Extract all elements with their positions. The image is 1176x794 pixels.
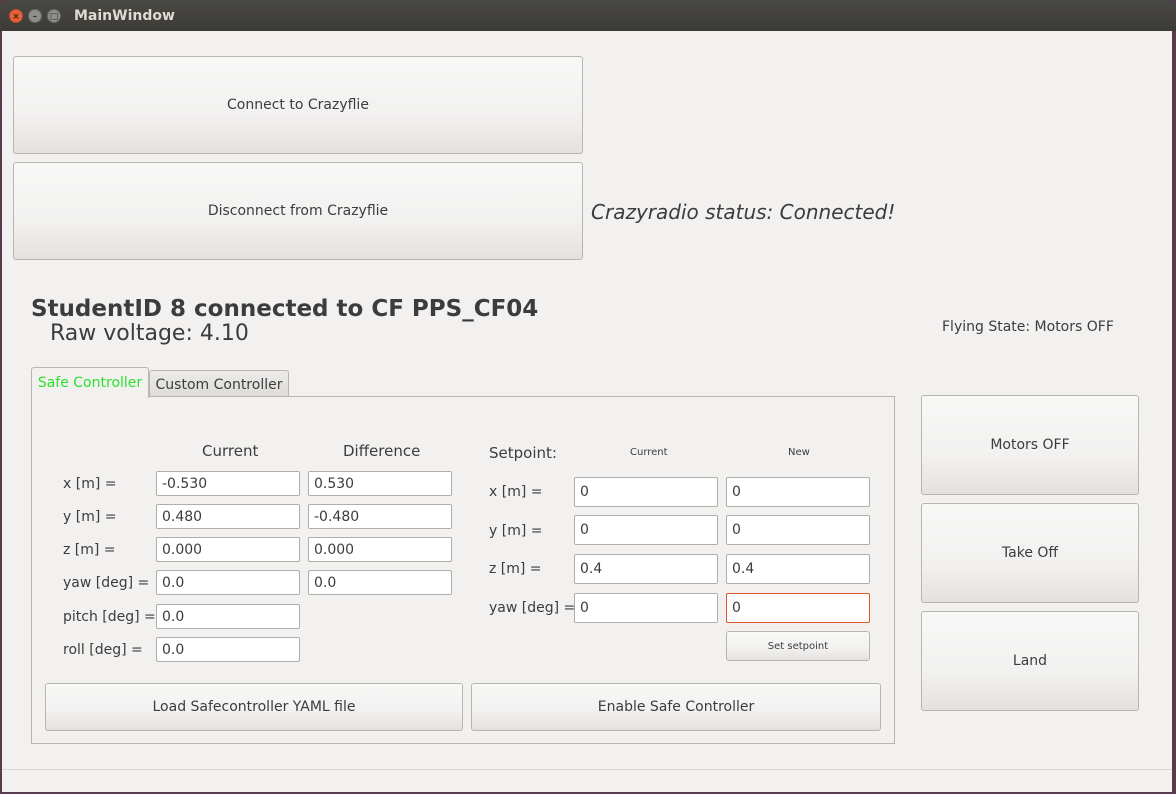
setpoint-header-new: New	[788, 447, 810, 458]
close-window-button[interactable]: ×	[9, 9, 23, 23]
setpoint-current-yaw[interactable]	[574, 593, 718, 623]
state-current-yaw[interactable]	[156, 570, 300, 595]
state-label-roll: roll [deg] =	[63, 642, 143, 658]
setpoint-label-y: y [m] =	[489, 523, 543, 539]
setpoint-label-x: x [m] =	[489, 484, 543, 500]
setpoint-current-y[interactable]	[574, 515, 718, 545]
state-label-x: x [m] =	[63, 476, 117, 492]
setpoint-label-yaw: yaw [deg] =	[489, 600, 576, 616]
tab-custom-controller[interactable]: Custom Controller	[149, 370, 289, 399]
setpoint-title: Setpoint:	[489, 444, 557, 462]
set-setpoint-button[interactable]: Set setpoint	[726, 631, 870, 661]
setpoint-new-yaw[interactable]	[726, 593, 870, 623]
setpoint-new-z[interactable]	[726, 554, 870, 584]
setpoint-label-z: z [m] =	[489, 561, 542, 577]
status-bar-divider	[2, 769, 1172, 770]
state-current-x[interactable]	[156, 471, 300, 496]
raw-voltage: Raw voltage: 4.10	[50, 321, 249, 346]
flying-state: Flying State: Motors OFF	[942, 319, 1114, 335]
state-label-pitch: pitch [deg] =	[63, 609, 156, 625]
student-connection-title: StudentID 8 connected to CF PPS_CF04	[31, 296, 539, 322]
state-current-roll[interactable]	[156, 637, 300, 662]
state-difference-x[interactable]	[308, 471, 452, 496]
setpoint-new-x[interactable]	[726, 477, 870, 507]
state-header-difference: Difference	[343, 442, 421, 460]
take-off-button[interactable]: Take Off	[921, 503, 1139, 603]
tab-safe-controller[interactable]: Safe Controller	[31, 367, 149, 398]
setpoint-current-x[interactable]	[574, 477, 718, 507]
enable-safe-controller-button[interactable]: Enable Safe Controller	[471, 683, 881, 731]
setpoint-current-z[interactable]	[574, 554, 718, 584]
state-label-y: y [m] =	[63, 509, 117, 525]
state-current-z[interactable]	[156, 537, 300, 562]
state-current-pitch[interactable]	[156, 604, 300, 629]
setpoint-header-current: Current	[630, 447, 668, 458]
state-label-yaw: yaw [deg] =	[63, 575, 150, 591]
state-difference-z[interactable]	[308, 537, 452, 562]
motors-off-button[interactable]: Motors OFF	[921, 395, 1139, 495]
land-button[interactable]: Land	[921, 611, 1139, 711]
connect-button[interactable]: Connect to Crazyflie	[13, 56, 583, 154]
window-title: MainWindow	[74, 8, 175, 24]
disconnect-button[interactable]: Disconnect from Crazyflie	[13, 162, 583, 260]
setpoint-new-y[interactable]	[726, 515, 870, 545]
title-bar: × – □ MainWindow	[0, 0, 1176, 31]
state-label-z: z [m] =	[63, 542, 116, 558]
crazyradio-status: Crazyradio status: Connected!	[591, 200, 896, 224]
state-header-current: Current	[202, 442, 259, 460]
load-yaml-button[interactable]: Load Safecontroller YAML file	[45, 683, 463, 731]
state-current-y[interactable]	[156, 504, 300, 529]
state-difference-y[interactable]	[308, 504, 452, 529]
maximize-window-button[interactable]: □	[47, 9, 61, 23]
minimize-window-button[interactable]: –	[28, 9, 42, 23]
state-difference-yaw[interactable]	[308, 570, 452, 595]
